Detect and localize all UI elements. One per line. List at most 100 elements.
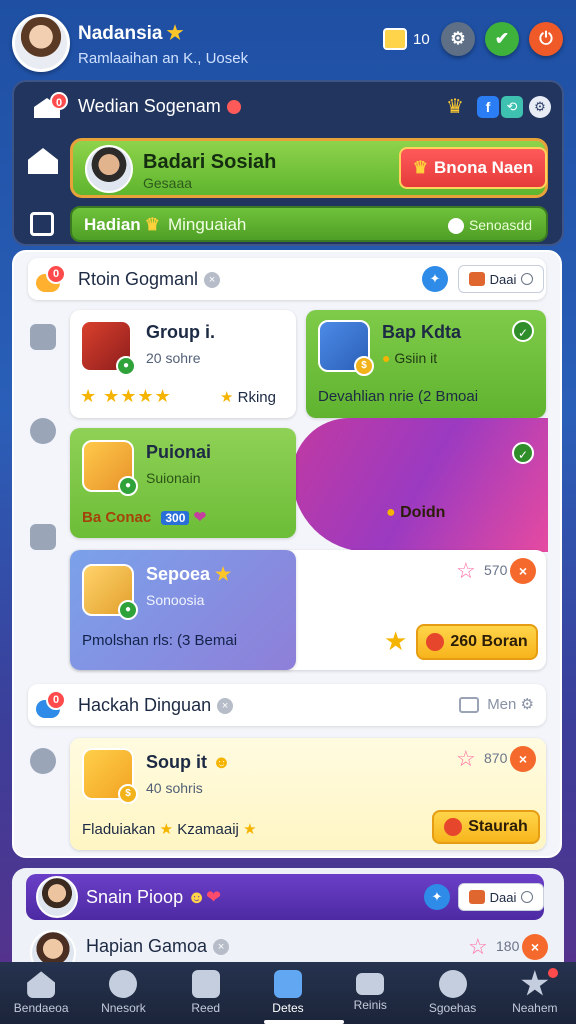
list-item-title: Hapian Gamoa × (86, 936, 230, 957)
game-card-bap[interactable]: $ Bap Kdta ● Gsiin it ✓ Devahlian nrie (… (306, 310, 546, 418)
reward-chip[interactable]: Daai (458, 265, 544, 293)
settings-icon: ⚙ (520, 696, 534, 713)
section-header-hackah[interactable]: 0 Hackah Dinguan × Men ⚙ (28, 684, 546, 726)
smile-icon: ☻ (207, 752, 231, 772)
game-footer: Pmolshan rls: (3 Bemai (82, 632, 238, 649)
close-icon[interactable]: × (217, 698, 234, 715)
game-card-puionai[interactable]: ● Puionai Suionain Ba Conac 300 ❤ (70, 428, 296, 538)
bottom-list: Snain Pioop ☻❤ ✦ Daai Hapian Gamoa × ☆ 180… (12, 868, 564, 976)
star-rating-icon: ★ ★★★★ (80, 386, 172, 406)
game-footer: Devahlian nrie (2 Bmoai (318, 388, 479, 405)
game-title: Group i. (146, 322, 215, 342)
coin-icon: ● (386, 504, 401, 521)
settings-button[interactable]: ⚙ (441, 22, 475, 56)
nav-label: Reed (191, 1001, 221, 1015)
crown-icon: ♛ (412, 158, 429, 177)
nav-item-home[interactable]: Bendaeoa (0, 962, 82, 1024)
game-subtitle: 20 sohre (146, 350, 201, 366)
reward-chip-label: Daai (489, 271, 517, 287)
game-icon: ● (82, 564, 138, 620)
compass-icon[interactable]: ✦ (422, 266, 448, 292)
nav-item-network[interactable]: Nnesork (82, 962, 164, 1024)
bag-icon[interactable] (30, 324, 56, 350)
online-badge-icon: ● (118, 600, 138, 620)
active-tab-indicator (264, 1020, 344, 1024)
panel-title-text: Wedian Sogenam (78, 96, 221, 116)
game-card-soup[interactable]: $ Soup it ☻ 40 sohris Fladuiakan ★ Kzama… (70, 738, 546, 850)
star-icon: ★ (166, 23, 184, 44)
nav-label: Detes (272, 1001, 304, 1015)
grid-icon[interactable] (30, 524, 56, 550)
game-title: Soup it ☻ (146, 752, 231, 773)
section-title-text: Hackah Dinguan (78, 695, 212, 715)
facebook-icon[interactable]: f (477, 96, 499, 118)
game-subtitle: ● Gsiin it (382, 350, 437, 366)
close-icon[interactable]: × (204, 272, 221, 289)
dismiss-button[interactable]: × (510, 558, 536, 584)
coin-reward-text: Doidn (400, 504, 446, 521)
invite-card[interactable]: Badari Sosiah Gesaaa ♛ Bnona Naen (70, 138, 548, 198)
notification-badge: 0 (50, 92, 68, 110)
nav-item-feed[interactable]: Reed (165, 962, 247, 1024)
game-icon: $ (318, 320, 374, 376)
bulb-icon[interactable] (30, 418, 56, 444)
list-item-title-text: Hapian Gamoa (86, 936, 208, 956)
coin-icon: ● (382, 350, 395, 366)
nav-item-achievements[interactable]: Neahem (494, 962, 576, 1024)
friend-avatar (85, 145, 133, 193)
quest-bar-subtitle: Minguaiah (167, 215, 247, 234)
top-panel: 0 Wedian Sogenam ♛ f ⟲ ⚙ Badari Sosiah G… (12, 80, 564, 246)
bottom-nav: Bendaeoa Nnesork Reed Detes Reinis Sgoeh… (0, 962, 576, 1024)
alert-dot-icon (226, 100, 241, 115)
list-item[interactable]: Snain Pioop ☻❤ ✦ Daai (26, 874, 544, 920)
online-badge-icon: ● (116, 356, 136, 376)
gear-icon: ⚙ (450, 29, 466, 48)
nav-item-mail[interactable]: Reinis (329, 962, 411, 1024)
chat-bubble-icon[interactable] (30, 748, 56, 774)
gold-star-icon: ★ (384, 626, 408, 656)
power-button[interactable]: ⏻ (529, 22, 563, 56)
compass-icon[interactable]: ✦ (424, 884, 450, 910)
reward-chip[interactable]: Daai (458, 883, 544, 911)
check-button[interactable]: ✔ (485, 22, 519, 56)
close-icon[interactable]: × (213, 939, 230, 956)
crown-icon[interactable]: ♛ (446, 94, 464, 119)
quest-bar[interactable]: Hadian ♛ Minguaiah Senoasdd (70, 206, 548, 242)
play-button-label: 260 Boran (450, 633, 528, 650)
check-icon: ✓ (512, 320, 534, 342)
invite-button[interactable]: ♛ Bnona Naen (399, 147, 547, 189)
nav-item-games[interactable]: Detes (247, 962, 329, 1024)
gift-icon[interactable] (383, 28, 407, 50)
profile-name: Nadansia ★ (78, 22, 184, 45)
home-icon[interactable] (28, 148, 58, 174)
options-icon[interactable]: ⚙ (529, 96, 551, 118)
play-button[interactable]: Staurah (432, 810, 540, 844)
mail-icon (356, 973, 385, 995)
pink-star-icon: ☆ (456, 558, 476, 583)
home-notification-icon[interactable]: 0 (32, 92, 68, 122)
nav-item-emotes[interactable]: Sgoehas (411, 962, 493, 1024)
heart-icon: ❤ (206, 887, 222, 907)
coin-icon (444, 818, 463, 836)
dismiss-button[interactable]: × (510, 746, 536, 772)
nav-label: Neahem (512, 1001, 558, 1015)
like-count: 180 (496, 938, 520, 954)
share-icon[interactable]: ⟲ (501, 96, 523, 118)
section-right[interactable]: Men ⚙ (459, 695, 534, 714)
nav-label: Sgoehas (428, 1001, 477, 1015)
star-icon: ★ (243, 821, 257, 838)
inbox-icon[interactable] (30, 212, 54, 236)
game-card-group[interactable]: ● Group i. 20 sohre ★ ★★★★ ★ Rking (70, 310, 296, 418)
game-title-text: Soup it (146, 752, 207, 772)
section-header-groups[interactable]: 0 Rtoin Gogmanl × ✦ Daai (28, 258, 546, 300)
play-button[interactable]: 260 Boran (416, 624, 538, 660)
quest-bar-title: Hadian (84, 215, 141, 234)
game-card-sepoea[interactable]: ● Sepoea ★ Sonoosia Pmolshan rls: (3 Bem… (70, 550, 296, 670)
dismiss-button[interactable]: × (522, 934, 548, 960)
star-icon: ★ (220, 389, 238, 406)
profile-avatar[interactable] (12, 14, 70, 72)
panel-title: Wedian Sogenam (78, 96, 241, 117)
game-footer: Ba Conac 300 ❤ (82, 508, 206, 526)
coin-badge-icon: $ (354, 356, 374, 376)
cake-icon (468, 890, 485, 904)
